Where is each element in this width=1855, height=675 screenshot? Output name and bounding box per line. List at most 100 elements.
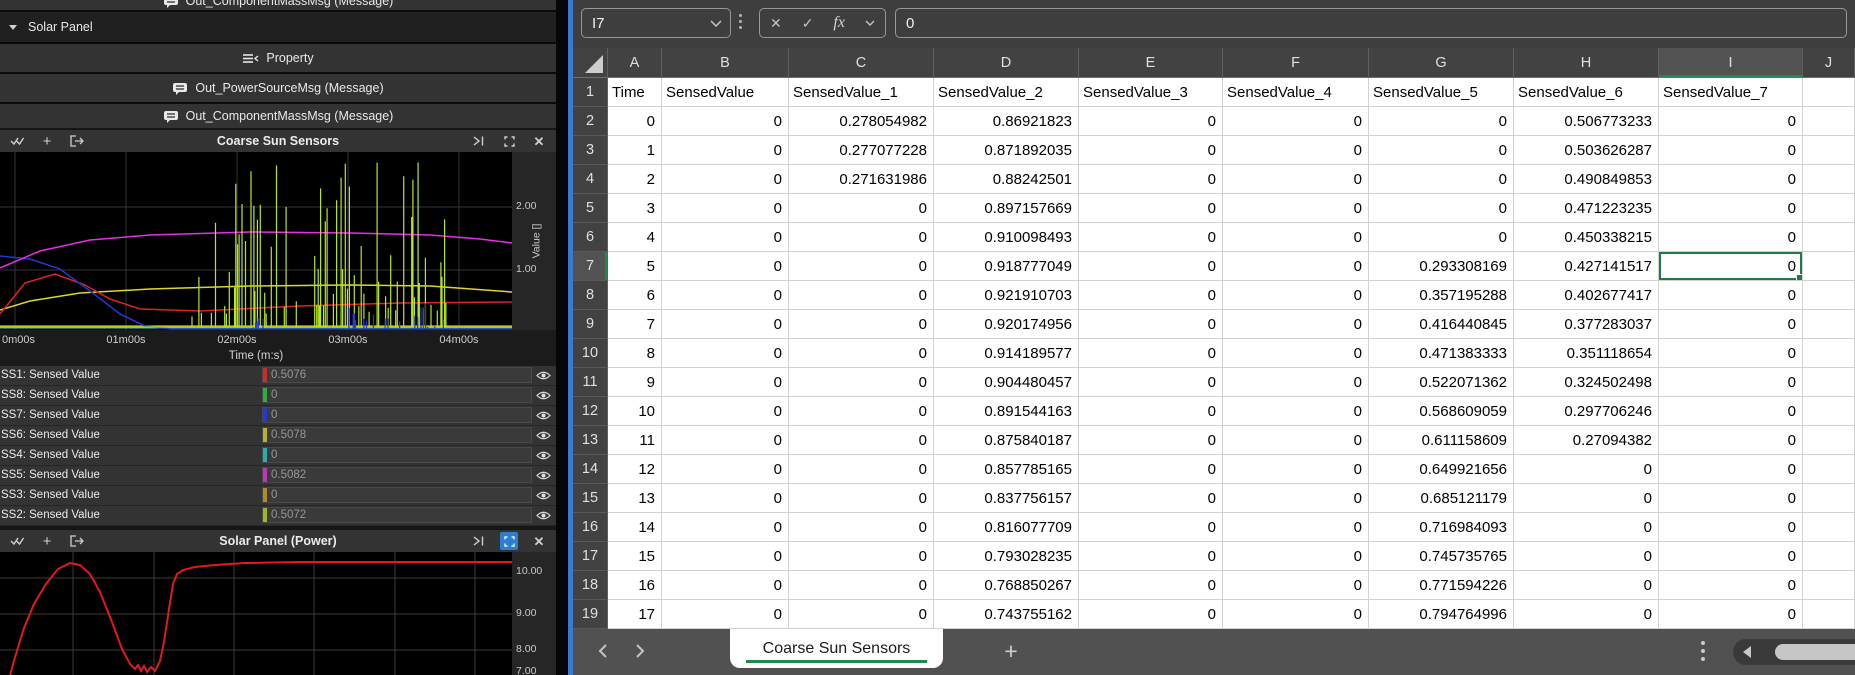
cell-J13[interactable] — [1803, 426, 1855, 455]
dock-right-icon[interactable] — [470, 532, 488, 550]
chevron-down-icon[interactable] — [710, 20, 722, 27]
cell-C3[interactable]: 0.277077228 — [789, 136, 934, 165]
tree-group-solar-panel[interactable]: Solar Panel — [0, 12, 565, 42]
row-header-18[interactable]: 18 — [573, 571, 608, 600]
cell-J10[interactable] — [1803, 339, 1855, 368]
cell-I19[interactable]: 0 — [1659, 600, 1803, 629]
export-icon[interactable] — [68, 532, 86, 550]
cell-F9[interactable]: 0 — [1223, 310, 1369, 339]
cell-C10[interactable]: 0 — [789, 339, 934, 368]
cell-J3[interactable] — [1803, 136, 1855, 165]
cell-D17[interactable]: 0.793028235 — [934, 542, 1079, 571]
cell-H19[interactable]: 0 — [1514, 600, 1659, 629]
row-header-11[interactable]: 11 — [573, 368, 608, 397]
cell-D15[interactable]: 0.837756157 — [934, 484, 1079, 513]
cell-C7[interactable]: 0 — [789, 252, 934, 281]
cell-G9[interactable]: 0.416440845 — [1369, 310, 1514, 339]
cell-H12[interactable]: 0.297706246 — [1514, 397, 1659, 426]
sheet-tab-active[interactable]: Coarse Sun Sensors — [730, 629, 943, 668]
cell-D7[interactable]: 0.918777049 — [934, 252, 1079, 281]
cell-D19[interactable]: 0.743755162 — [934, 600, 1079, 629]
cell-I9[interactable]: 0 — [1659, 310, 1803, 339]
insert-function-icon[interactable]: fx — [833, 14, 845, 32]
cell-J17[interactable] — [1803, 542, 1855, 571]
cell-D1[interactable]: SensedValue_2 — [934, 78, 1079, 107]
cell-E3[interactable]: 0 — [1079, 136, 1223, 165]
tree-item-powersource-msg[interactable]: Out_PowerSourceMsg (Message) — [0, 74, 556, 102]
cell-H7[interactable]: 0.427141517 — [1514, 252, 1659, 281]
cell-I6[interactable]: 0 — [1659, 223, 1803, 252]
cell-I15[interactable]: 0 — [1659, 484, 1803, 513]
cell-I18[interactable]: 0 — [1659, 571, 1803, 600]
cell-I14[interactable]: 0 — [1659, 455, 1803, 484]
cell-F4[interactable]: 0 — [1223, 165, 1369, 194]
cell-J14[interactable] — [1803, 455, 1855, 484]
cell-C15[interactable]: 0 — [789, 484, 934, 513]
select-all-corner[interactable] — [573, 48, 608, 78]
cell-B8[interactable]: 0 — [662, 281, 789, 310]
cell-B19[interactable]: 0 — [662, 600, 789, 629]
cell-I3[interactable]: 0 — [1659, 136, 1803, 165]
cell-I5[interactable]: 0 — [1659, 194, 1803, 223]
cell-J8[interactable] — [1803, 281, 1855, 310]
cell-A14[interactable]: 12 — [608, 455, 662, 484]
cell-B1[interactable]: SensedValue — [662, 78, 789, 107]
cell-D12[interactable]: 0.891544163 — [934, 397, 1079, 426]
cell-F2[interactable]: 0 — [1223, 107, 1369, 136]
sheet-list-menu-icon[interactable] — [1701, 641, 1705, 661]
scrollbar-thumb[interactable] — [1775, 644, 1855, 660]
cell-C18[interactable]: 0 — [789, 571, 934, 600]
double-check-icon[interactable] — [8, 132, 26, 150]
cell-D8[interactable]: 0.921910703 — [934, 281, 1079, 310]
cell-H9[interactable]: 0.377283037 — [1514, 310, 1659, 339]
scroll-left-icon[interactable] — [1743, 646, 1751, 658]
visibility-eye-icon[interactable] — [536, 450, 551, 461]
cell-E11[interactable]: 0 — [1079, 368, 1223, 397]
cell-J4[interactable] — [1803, 165, 1855, 194]
cell-F15[interactable]: 0 — [1223, 484, 1369, 513]
cell-J12[interactable] — [1803, 397, 1855, 426]
cell-A12[interactable]: 10 — [608, 397, 662, 426]
cell-B6[interactable]: 0 — [662, 223, 789, 252]
cell-D5[interactable]: 0.897157669 — [934, 194, 1079, 223]
cell-J5[interactable] — [1803, 194, 1855, 223]
row-header-12[interactable]: 12 — [573, 397, 608, 426]
cell-H2[interactable]: 0.506773233 — [1514, 107, 1659, 136]
row-header-13[interactable]: 13 — [573, 426, 608, 455]
legend-row[interactable]: SS4: Sensed Value0 — [0, 446, 556, 466]
cell-D18[interactable]: 0.768850267 — [934, 571, 1079, 600]
cell-J6[interactable] — [1803, 223, 1855, 252]
cell-B5[interactable]: 0 — [662, 194, 789, 223]
cell-C6[interactable]: 0 — [789, 223, 934, 252]
cell-A11[interactable]: 9 — [608, 368, 662, 397]
row-header-10[interactable]: 10 — [573, 339, 608, 368]
cell-G11[interactable]: 0.522071362 — [1369, 368, 1514, 397]
cell-B18[interactable]: 0 — [662, 571, 789, 600]
tree-item-property[interactable]: Property — [0, 44, 556, 72]
row-header-8[interactable]: 8 — [573, 281, 608, 310]
cell-I13[interactable]: 0 — [1659, 426, 1803, 455]
cell-D6[interactable]: 0.910098493 — [934, 223, 1079, 252]
cell-J9[interactable] — [1803, 310, 1855, 339]
cell-A9[interactable]: 7 — [608, 310, 662, 339]
formula-input[interactable]: 0 — [895, 8, 1847, 38]
sheet-prev-icon[interactable] — [597, 643, 608, 659]
cell-G3[interactable]: 0 — [1369, 136, 1514, 165]
cell-J15[interactable] — [1803, 484, 1855, 513]
cell-C11[interactable]: 0 — [789, 368, 934, 397]
cell-B12[interactable]: 0 — [662, 397, 789, 426]
add-icon[interactable]: + — [38, 132, 56, 150]
cell-B11[interactable]: 0 — [662, 368, 789, 397]
row-header-6[interactable]: 6 — [573, 223, 608, 252]
cell-G18[interactable]: 0.771594226 — [1369, 571, 1514, 600]
cell-J11[interactable] — [1803, 368, 1855, 397]
visibility-eye-icon[interactable] — [536, 470, 551, 481]
cell-I10[interactable]: 0 — [1659, 339, 1803, 368]
cell-E15[interactable]: 0 — [1079, 484, 1223, 513]
legend-row[interactable]: SS2: Sensed Value0.5072 — [0, 506, 556, 526]
cell-J7[interactable] — [1803, 252, 1855, 281]
cell-B9[interactable]: 0 — [662, 310, 789, 339]
cell-G19[interactable]: 0.794764996 — [1369, 600, 1514, 629]
legend-row[interactable]: SS5: Sensed Value0.5082 — [0, 466, 556, 486]
legend-row[interactable]: SS3: Sensed Value0 — [0, 486, 556, 506]
